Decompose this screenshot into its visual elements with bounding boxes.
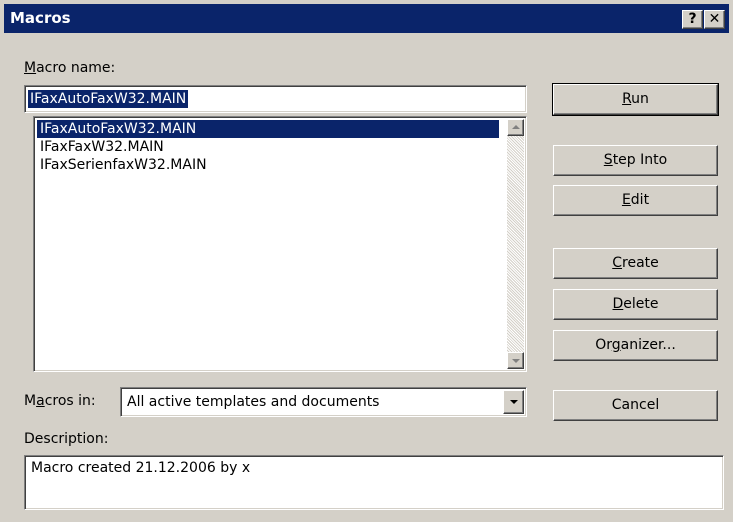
create-button[interactable]: Create <box>553 248 718 279</box>
macros-in-label: Macros in: <box>24 393 96 409</box>
arrow-up-icon <box>512 125 520 129</box>
cancel-button[interactable]: Cancel <box>553 390 718 421</box>
vertical-scrollbar[interactable] <box>507 119 524 369</box>
window-title: Macros <box>10 9 71 27</box>
macros-in-select[interactable]: All active templates and documents <box>120 387 527 417</box>
step-into-button[interactable]: Step Into <box>553 145 718 176</box>
list-item[interactable]: IFaxFaxW32.MAIN <box>37 138 499 156</box>
list-item[interactable]: IFaxSerienfaxW32.MAIN <box>37 156 499 174</box>
dropdown-button[interactable] <box>503 390 524 414</box>
description-text: Macro created 21.12.2006 by x <box>31 460 251 476</box>
macro-name-input[interactable]: IFaxAutoFaxW32.MAIN <box>24 85 527 113</box>
list-item[interactable]: IFaxAutoFaxW32.MAIN <box>37 120 499 138</box>
macros-dialog: Macros ? ✕ Macro name: IFaxAutoFaxW32.MA… <box>0 0 733 522</box>
edit-button[interactable]: Edit <box>553 185 718 216</box>
macros-in-value: All active templates and documents <box>127 394 380 410</box>
macro-name-label: Macro name: <box>24 60 116 76</box>
arrow-down-icon <box>512 359 520 363</box>
macro-listbox[interactable]: IFaxAutoFaxW32.MAIN IFaxFaxW32.MAIN IFax… <box>33 116 527 372</box>
scroll-up-button[interactable] <box>507 119 524 136</box>
run-button[interactable]: Run <box>552 83 719 116</box>
title-bar[interactable]: Macros ? ✕ <box>4 4 729 33</box>
macro-name-value: IFaxAutoFaxW32.MAIN <box>28 90 189 108</box>
description-label: Description: <box>24 431 109 447</box>
organizer-button[interactable]: Organizer... <box>553 330 718 361</box>
scroll-down-button[interactable] <box>507 352 524 369</box>
help-icon[interactable]: ? <box>682 10 703 29</box>
chevron-down-icon <box>510 400 518 404</box>
description-box: Macro created 21.12.2006 by x <box>24 455 724 510</box>
close-icon[interactable]: ✕ <box>704 10 725 29</box>
delete-button[interactable]: Delete <box>553 289 718 320</box>
